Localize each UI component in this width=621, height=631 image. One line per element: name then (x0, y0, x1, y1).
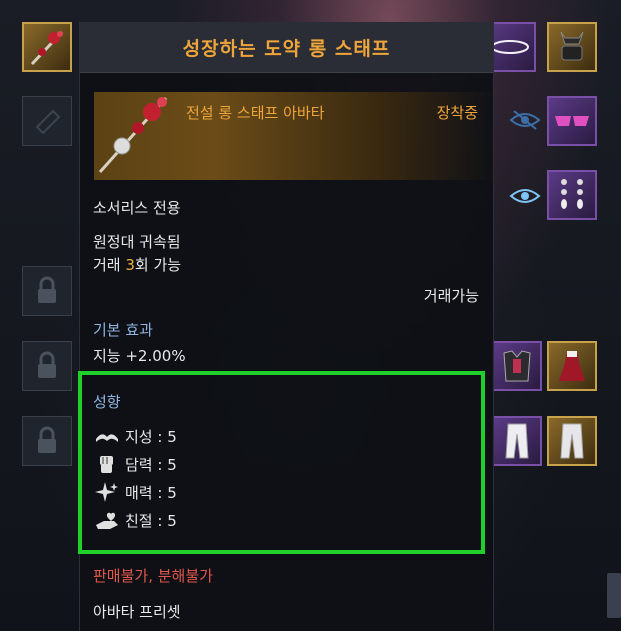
equip-slot-empty[interactable] (22, 96, 72, 146)
pants-icon (505, 423, 529, 459)
fist-icon (100, 456, 113, 473)
trait-courage-value: 담력 : 5 (125, 456, 177, 474)
disassemble-status: 분해불가 (157, 567, 213, 585)
trade-count-line: 거래 3회 가능 (93, 254, 181, 275)
pants-icon (560, 423, 584, 459)
lock-icon (38, 426, 56, 453)
trait-intellect-value: 지성 : 5 (125, 428, 177, 446)
avatar-name: 전설 롱 스태프 아바타 (186, 104, 325, 122)
equip-slot-locked[interactable] (22, 266, 72, 316)
equip-slot-legs[interactable] (547, 416, 597, 466)
staff-icon (30, 30, 64, 66)
tendency-header: 성향 (93, 393, 121, 411)
equip-slot-pants[interactable] (492, 416, 542, 466)
basic-effect-header: 기본 효과 (93, 321, 153, 339)
equip-slot-earring[interactable] (547, 170, 597, 220)
tooltip-header: 성장하는 도약 롱 스태프 (80, 22, 493, 73)
basic-effect-value: 지능 +2.00% (93, 347, 186, 365)
equip-slot-top[interactable] (492, 341, 542, 391)
trade-prefix: 거래 (93, 256, 126, 274)
lock-icon (38, 351, 56, 378)
class-restriction: 소서리스 전용 (93, 199, 181, 217)
heart-hand-icon (96, 512, 118, 529)
equip-slot-face[interactable] (547, 96, 597, 146)
trait-kindness-value: 친절 : 5 (125, 512, 177, 530)
visibility-off-icon[interactable] (508, 108, 542, 132)
trade-count: 3 (125, 256, 135, 274)
sparkle-icon (95, 482, 118, 502)
book-icon (96, 434, 118, 442)
outfit-top-icon (503, 350, 531, 382)
trade-restrictions: 판매불가, 분해불가 (93, 565, 213, 586)
equip-slot-head[interactable] (547, 22, 597, 72)
equip-slot-weapon[interactable] (22, 22, 72, 72)
staff-icon (98, 97, 168, 173)
sell-status: 판매불가 (93, 567, 149, 585)
item-tooltip: 성장하는 도약 롱 스태프 전설 롱 스태프 아바타 장착중 소서리스 전용 원… (78, 22, 494, 631)
separator: , (148, 567, 158, 585)
mask-icon (560, 31, 584, 61)
bound-status: 원정대 귀속됨 (93, 233, 181, 251)
tradeable-status: 거래가능 (423, 287, 479, 305)
trade-suffix: 회 가능 (134, 256, 182, 274)
equip-slot-locked[interactable] (22, 341, 72, 391)
dress-icon (559, 351, 585, 381)
empty-slot-icon (35, 109, 61, 135)
tendency-highlight-box: 성향 지성 : 5 담력 : 5 매력 : 5 친절: 5 (78, 371, 485, 554)
scrollbar[interactable] (607, 573, 621, 618)
avatar-preset: 아바타 프리셋 (93, 603, 181, 621)
lock-icon (38, 276, 56, 303)
equipped-status: 장착중 (436, 104, 478, 122)
item-title: 성장하는 도약 롱 스태프 (182, 38, 391, 60)
earrings-icon (561, 179, 583, 209)
sunglasses-icon (555, 116, 589, 126)
trait-charm-value: 매력 : 5 (125, 484, 177, 502)
equip-slot-dress[interactable] (547, 341, 597, 391)
visibility-on-icon[interactable] (508, 184, 542, 208)
equip-slot-locked[interactable] (22, 416, 72, 466)
